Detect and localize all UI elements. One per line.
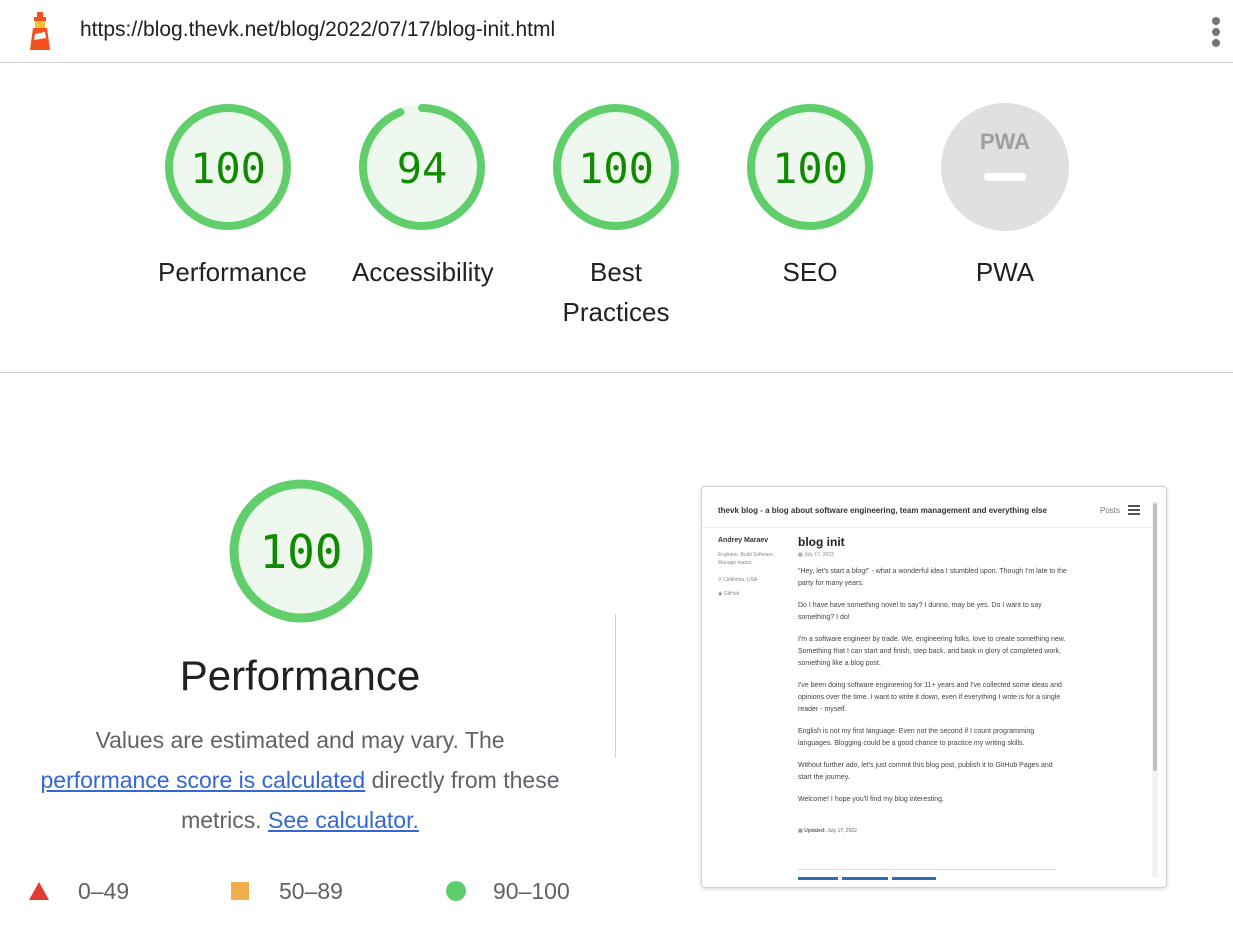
square-icon	[231, 882, 249, 900]
lighthouse-logo-icon	[30, 12, 50, 50]
gauge-accessibility[interactable]: 94 Accessibility	[352, 102, 494, 292]
pwa-badge-text: PWA	[980, 129, 1030, 154]
thumb-scrollbar-thumb	[1153, 503, 1157, 771]
see-calculator-link[interactable]: See calculator.	[268, 807, 419, 833]
gauge-pwa[interactable]: PWA PWA	[935, 102, 1075, 292]
thumb-post: blog init ▦ July 17, 2022 "Hey, let's st…	[798, 535, 1068, 834]
thumb-paragraph: Without further ado, let's just commit t…	[798, 762, 1053, 781]
thumb-share-button	[842, 877, 888, 880]
gauge-score: 94	[397, 144, 448, 193]
gauge-ring: 100	[553, 104, 679, 230]
gauge-ring: 100	[747, 104, 873, 230]
thumb-site-title: thevk blog - a blog about software engin…	[718, 506, 1047, 515]
more-options-icon[interactable]	[1205, 14, 1227, 50]
page-screenshot-thumbnail[interactable]: thevk blog - a blog about software engin…	[701, 486, 1167, 888]
thumb-nav-posts: Posts	[1100, 506, 1121, 515]
desc-text-1: Values are estimated and may vary. The	[95, 727, 505, 753]
thumb-updated: ▦ Updated: July 17, 2022	[798, 828, 857, 834]
legend-range: 0–49	[78, 878, 130, 904]
performance-description: Values are estimated and may vary. The p…	[20, 720, 580, 840]
triangle-icon	[29, 882, 49, 900]
section-divider	[0, 372, 1233, 373]
gauge-ring: 100	[165, 104, 291, 230]
gauge-label: SEO	[782, 257, 838, 287]
performance-score: 100	[259, 525, 342, 579]
thumb-post-date: ▦ July 17, 2022	[798, 552, 834, 558]
gauge-ring: 94	[359, 104, 485, 230]
legend-range: 50–89	[279, 878, 343, 904]
performance-title: Performance	[179, 652, 421, 699]
gauge-label: Performance	[158, 257, 307, 287]
legend-range: 90–100	[493, 878, 570, 904]
thumb-paragraph: Welcome! I hope you'll find my blog inte…	[798, 796, 944, 803]
gauge-performance[interactable]: 100 Performance	[158, 102, 307, 292]
gauge-label: Accessibility	[352, 257, 494, 287]
gauge-best-practices[interactable]: 100 Best Practices	[546, 102, 686, 332]
gauge-score: 100	[578, 144, 654, 193]
score-calculated-link[interactable]: performance score is calculated	[40, 767, 365, 793]
performance-gauge: 100	[229, 479, 373, 623]
thumb-author-bio: Engineer. Build Software. Manage teams.	[718, 552, 775, 566]
gauge-label: PWA	[975, 257, 1035, 287]
thumb-menu-icon	[1128, 505, 1140, 517]
thumb-paragraph: "Hey, let's start a blog!" - what a wond…	[798, 568, 1067, 587]
thumb-footer-line	[798, 869, 1056, 870]
url-bar: https://blog.thevk.net/blog/2022/07/17/b…	[0, 0, 1233, 63]
thumb-share-button	[892, 877, 936, 880]
thumb-paragraph: I'm a software engineer by trade. We, en…	[798, 636, 1066, 667]
thumb-paragraph: English is not my first language. Even n…	[798, 728, 1035, 747]
circle-icon	[446, 881, 466, 901]
thumb-share-button	[798, 877, 838, 880]
thumb-post-title: blog init	[798, 535, 845, 549]
page-url: https://blog.thevk.net/blog/2022/07/17/b…	[80, 18, 556, 41]
gauge-score: 100	[190, 144, 266, 193]
thumb-paragraph: I've been doing software engineering for…	[798, 682, 1062, 713]
gauge-label: Best Practices	[562, 257, 670, 327]
gauge-score: 100	[772, 144, 848, 193]
thumb-author-name: Andrey Maraev	[718, 537, 769, 544]
vertical-divider	[615, 614, 616, 758]
gauge-seo[interactable]: 100 SEO	[740, 102, 880, 292]
thumb-location: ⚲ California, USA	[718, 577, 758, 583]
thumb-site-header: thevk blog - a blog about software engin…	[702, 487, 1152, 528]
pwa-badge-icon: PWA	[941, 103, 1069, 231]
thumb-github: ◉ GitHub	[718, 591, 740, 597]
thumb-paragraph: Do I have have something novel to say? I…	[798, 602, 1042, 621]
